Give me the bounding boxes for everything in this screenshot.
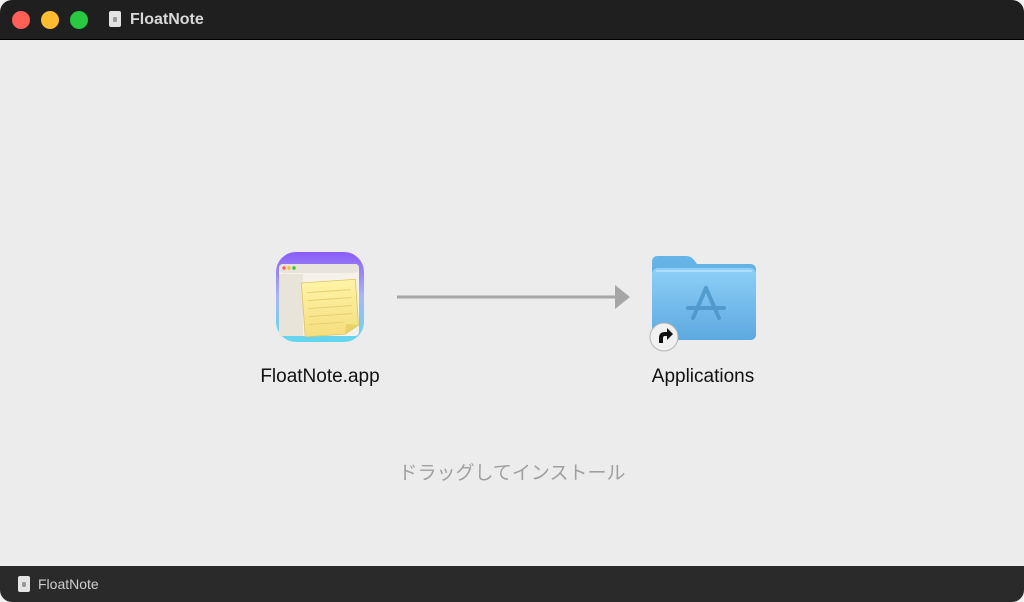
floatnote-app-icon[interactable] bbox=[275, 251, 365, 343]
install-instruction: ドラッグしてインストール bbox=[398, 463, 626, 484]
close-window-button[interactable] bbox=[12, 11, 30, 29]
zoom-window-button[interactable] bbox=[70, 11, 88, 29]
minimize-window-button[interactable] bbox=[41, 11, 59, 29]
document-icon bbox=[109, 11, 121, 27]
document-icon bbox=[18, 576, 30, 592]
status-volume-name: FloatNote bbox=[38, 576, 99, 592]
applications-folder-icon[interactable] bbox=[648, 254, 760, 354]
title-bar[interactable]: FloatNote bbox=[0, 0, 1024, 40]
window-title: FloatNote bbox=[130, 11, 204, 28]
drag-arrow-icon bbox=[396, 284, 632, 310]
app-label: FloatNote.app bbox=[260, 366, 380, 387]
dmg-installer-window: FloatNote FloatNote.app Applications ドラッ… bbox=[0, 0, 1024, 602]
status-bar: FloatNote bbox=[0, 566, 1024, 602]
applications-label: Applications bbox=[651, 366, 755, 387]
